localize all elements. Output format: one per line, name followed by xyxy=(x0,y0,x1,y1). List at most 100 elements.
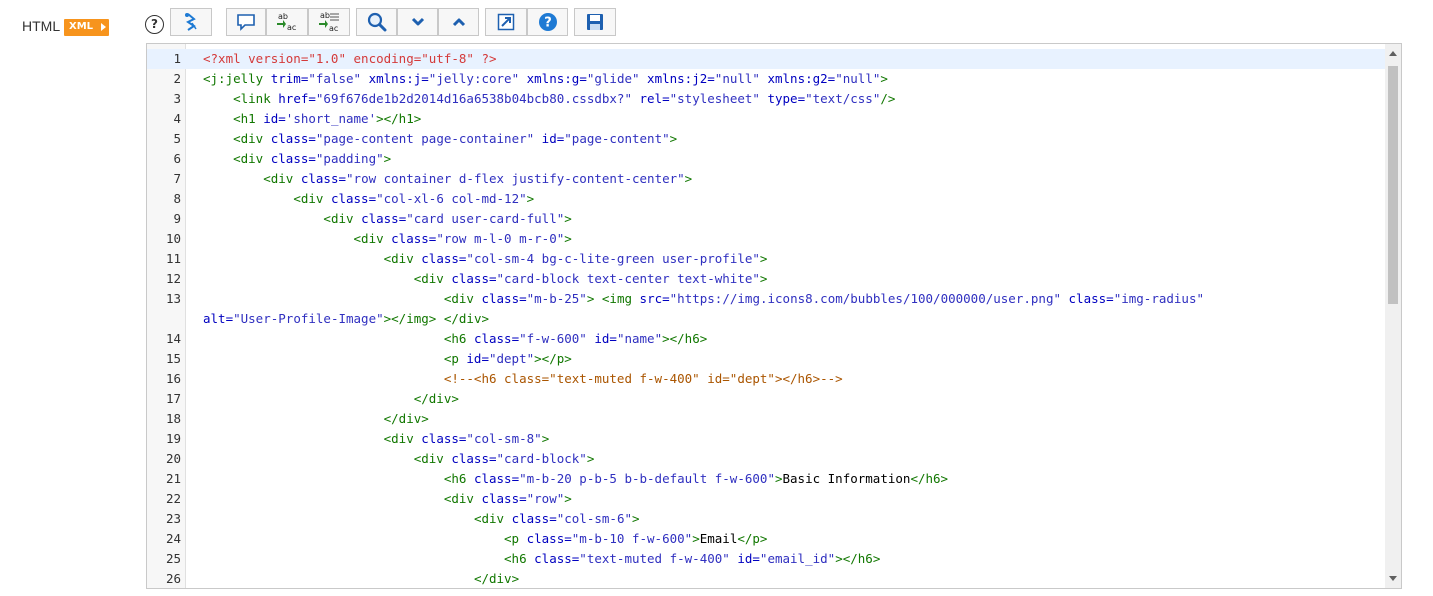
code-token: > xyxy=(383,151,392,166)
code-token: class= xyxy=(330,191,377,206)
save-icon xyxy=(587,14,603,30)
code-token: </div> xyxy=(383,411,429,426)
code-editor[interactable]: 1 <?xml version="1.0" encoding="utf-8" ?>… xyxy=(146,43,1402,589)
code-token: class= xyxy=(421,431,467,446)
code-token: <div xyxy=(413,271,452,286)
code-token: id= xyxy=(534,131,565,146)
code-token: xmlns:j2= xyxy=(639,71,715,86)
code-token: class= xyxy=(451,451,497,466)
code-token: Basic Information xyxy=(782,471,911,486)
line-number: 5 xyxy=(173,131,181,146)
code-token: <h1 xyxy=(233,111,264,126)
code-token: class= xyxy=(481,491,527,506)
code-line[interactable]: 17 </div> xyxy=(147,389,1385,409)
code-token: </p> xyxy=(737,531,768,546)
code-token: ></h6> xyxy=(835,551,881,566)
chevron-down-icon xyxy=(411,17,424,26)
fullscreen-button[interactable] xyxy=(485,8,527,36)
code-token: xmlns:g2= xyxy=(759,71,836,86)
code-line[interactable]: 3 <link href="69f676de1b2d2014d16a6538b0… xyxy=(147,89,1385,109)
code-token: > xyxy=(759,251,768,266)
code-line[interactable]: 23 <div class="col-sm-6"> xyxy=(147,509,1385,529)
code-text: </div> xyxy=(203,409,429,429)
code-text: <h1 id='short_name'></h1> xyxy=(203,109,421,129)
code-token: <j:jelly xyxy=(203,71,271,86)
code-token: class= xyxy=(526,531,572,546)
line-number: 8 xyxy=(173,191,181,206)
code-line[interactable]: 6 <div class="padding"> xyxy=(147,149,1385,169)
code-line[interactable]: 20 <div class="card-block"> xyxy=(147,449,1385,469)
code-line[interactable]: 16 <!--<h6 class="text-muted f-w-400" id… xyxy=(147,369,1385,389)
line-number: 2 xyxy=(173,71,181,86)
code-token: "https://img.icons8.com/bubbles/100/0000… xyxy=(669,291,1061,306)
code-line-wrap[interactable]: alt="User-Profile-Image"></img> </div> xyxy=(147,309,1385,329)
code-line[interactable]: 24 <p class="m-b-10 f-w-600">Email</p> xyxy=(147,529,1385,549)
code-line[interactable]: 13 <div class="m-b-25"> <img src="https:… xyxy=(147,289,1385,309)
field-help-icon[interactable]: ? xyxy=(145,15,164,34)
code-token: "glide" xyxy=(586,71,640,86)
code-line[interactable]: 12 <div class="card-block text-center te… xyxy=(147,269,1385,289)
replace-button[interactable]: ab ac xyxy=(266,8,308,36)
toggle-comment-button[interactable] xyxy=(226,8,266,36)
code-text: <div class="card-block text-center text-… xyxy=(203,269,768,289)
code-token: <div xyxy=(413,451,452,466)
line-number: 26 xyxy=(165,571,181,586)
code-line[interactable]: 8 <div class="col-xl-6 col-md-12"> xyxy=(147,189,1385,209)
code-line[interactable]: 15 <p id="dept"></p> xyxy=(147,349,1385,369)
code-line[interactable]: 22 <div class="row"> xyxy=(147,489,1385,509)
code-token: /> xyxy=(880,91,896,106)
code-token: > xyxy=(669,131,678,146)
code-text: <div class="col-xl-6 col-md-12"> xyxy=(203,189,534,209)
code-line[interactable]: 9 <div class="card user-card-full"> xyxy=(147,209,1385,229)
code-line[interactable]: 18 </div> xyxy=(147,409,1385,429)
scroll-up-icon[interactable] xyxy=(1389,51,1397,56)
expand-icon xyxy=(497,13,515,31)
line-number: 9 xyxy=(173,211,181,226)
format-code-button[interactable] xyxy=(170,8,212,36)
code-token: class= xyxy=(511,511,557,526)
scroll-down-icon[interactable] xyxy=(1389,576,1397,581)
code-token: class= xyxy=(534,551,580,566)
scrollbar-thumb[interactable] xyxy=(1388,66,1398,304)
code-line[interactable]: 21 <h6 class="m-b-20 p-b-5 b-b-default f… xyxy=(147,469,1385,489)
code-token: > xyxy=(692,531,700,546)
code-line[interactable]: 10 <div class="row m-l-0 m-r-0"> xyxy=(147,229,1385,249)
code-line[interactable]: 26 </div> xyxy=(147,569,1385,588)
find-previous-button[interactable] xyxy=(438,8,479,36)
help-button[interactable]: ? xyxy=(527,8,568,36)
code-token: id= xyxy=(466,351,489,366)
code-token: "card user-card-full" xyxy=(406,211,565,226)
code-token: ></p> xyxy=(534,351,572,366)
line-number: 24 xyxy=(165,531,181,546)
replace-all-button[interactable]: ab ac xyxy=(308,8,350,36)
code-line[interactable]: 25 <h6 class="text-muted f-w-400" id="em… xyxy=(147,549,1385,569)
search-button[interactable] xyxy=(356,8,397,36)
code-line[interactable]: 19 <div class="col-sm-8"> xyxy=(147,429,1385,449)
code-text: <div class="col-sm-6"> xyxy=(203,509,640,529)
code-line[interactable]: 1 <?xml version="1.0" encoding="utf-8" ?> xyxy=(147,49,1385,69)
code-token: trim= xyxy=(270,71,309,86)
code-line[interactable]: 14 <h6 class="f-w-600" id="name"></h6> xyxy=(147,329,1385,349)
code-token: <h6 xyxy=(504,551,535,566)
code-lines[interactable]: 1 <?xml version="1.0" encoding="utf-8" ?>… xyxy=(147,49,1385,588)
code-line[interactable]: 11 <div class="col-sm-4 bg-c-lite-green … xyxy=(147,249,1385,269)
code-token: <div xyxy=(383,251,422,266)
code-token: <h6 xyxy=(443,471,474,486)
code-line[interactable]: 5 <div class="page-content page-containe… xyxy=(147,129,1385,149)
vertical-scrollbar[interactable] xyxy=(1385,44,1401,588)
line-number: 23 xyxy=(165,511,181,526)
code-line[interactable]: 2 <j:jelly trim="false" xmlns:j="jelly:co… xyxy=(147,69,1385,89)
code-token: "text/css" xyxy=(805,91,881,106)
code-line[interactable]: 4 <h1 id='short_name'></h1> xyxy=(147,109,1385,129)
save-button[interactable] xyxy=(574,8,616,36)
find-next-button[interactable] xyxy=(397,8,438,36)
code-line[interactable]: 7 <div class="row container d-flex justi… xyxy=(147,169,1385,189)
